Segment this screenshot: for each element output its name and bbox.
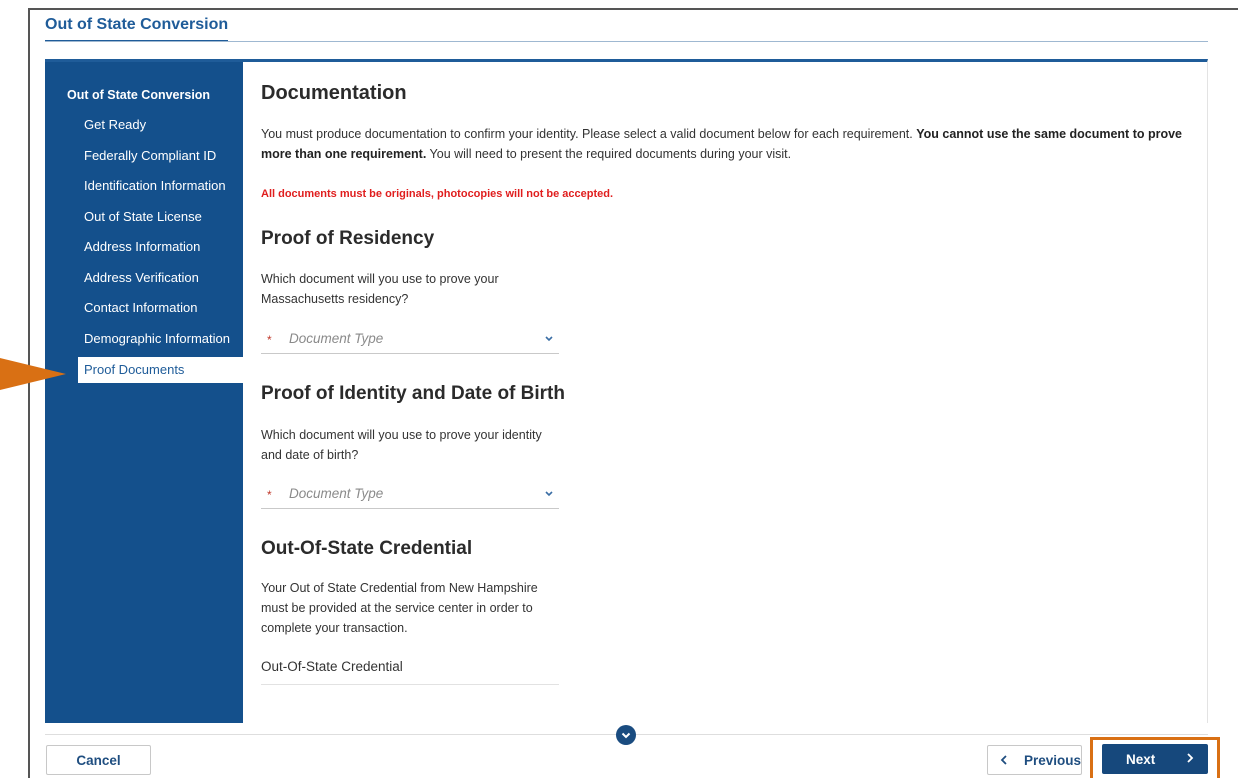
scroll-down-button[interactable] — [616, 725, 636, 745]
cancel-button[interactable]: Cancel — [46, 745, 151, 775]
chevron-left-icon — [1000, 755, 1007, 765]
next-button[interactable]: Next — [1102, 744, 1208, 774]
originals-warning: All documents must be originals, photoco… — [261, 188, 614, 200]
chevron-down-icon — [621, 732, 631, 739]
documentation-intro: You must produce documentation to confir… — [261, 124, 1191, 164]
sidebar-nav: Out of State Conversion Get Ready Federa… — [45, 62, 243, 723]
residency-select-placeholder: Document Type — [289, 331, 384, 346]
credential-description: Your Out of State Credential from New Ha… — [261, 581, 538, 635]
intro-text-1: You must produce documentation to confir… — [261, 127, 917, 141]
required-marker: * — [267, 488, 272, 502]
residency-document-type-select[interactable]: * Document Type — [261, 326, 559, 354]
sidebar-item-get-ready[interactable]: Get Ready — [45, 112, 243, 138]
identity-document-type-select[interactable]: * Document Type — [261, 481, 559, 509]
sidebar-item-address-information[interactable]: Address Information — [45, 234, 243, 260]
cancel-button-label: Cancel — [76, 752, 121, 768]
identity-heading: Proof of Identity and Date of Birth — [261, 383, 565, 404]
previous-button[interactable]: Previous — [987, 745, 1082, 775]
sidebar-item-proof-documents[interactable]: Proof Documents — [78, 357, 243, 383]
sidebar-item-contact-information[interactable]: Contact Information — [45, 295, 243, 321]
title-divider — [45, 41, 1208, 42]
sidebar-item-identification-information[interactable]: Identification Information — [45, 173, 243, 199]
credential-heading: Out-Of-State Credential — [261, 538, 473, 559]
page-title: Out of State Conversion — [45, 16, 229, 42]
chevron-down-icon — [545, 491, 553, 497]
sidebar-item-demographic-information[interactable]: Demographic Information — [45, 326, 243, 352]
sidebar-item-address-verification[interactable]: Address Verification — [45, 265, 243, 291]
required-marker: * — [267, 333, 272, 347]
residency-heading: Proof of Residency — [261, 228, 435, 249]
identity-select-placeholder: Document Type — [289, 486, 384, 501]
chevron-right-icon — [1187, 753, 1194, 763]
sidebar-item-out-of-state-license[interactable]: Out of State License — [45, 204, 243, 230]
pointer-arrow-icon — [0, 358, 66, 390]
next-button-label: Next — [1126, 751, 1156, 767]
previous-button-label: Previous — [1023, 752, 1081, 768]
identity-question: Which document will you use to prove you… — [261, 428, 542, 462]
credential-field: Out-Of-State Credential — [261, 655, 559, 685]
intro-text-2: You will need to present the required do… — [426, 147, 792, 161]
documentation-heading: Documentation — [261, 82, 407, 104]
sidebar-item-federally-compliant-id[interactable]: Federally Compliant ID — [45, 143, 243, 169]
sidebar-heading: Out of State Conversion — [67, 88, 211, 102]
residency-question: Which document will you use to prove you… — [261, 272, 499, 306]
chevron-down-icon — [545, 336, 553, 342]
